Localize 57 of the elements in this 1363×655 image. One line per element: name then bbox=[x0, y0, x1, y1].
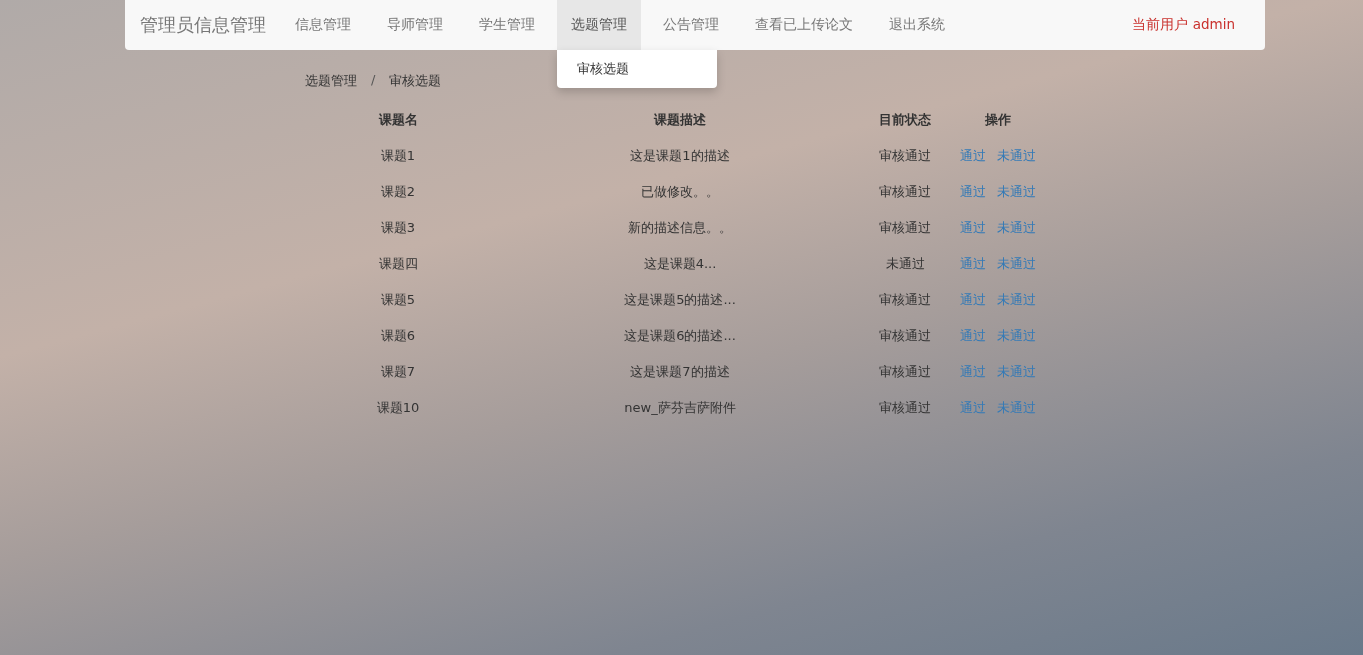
column-header: 目前状态 bbox=[878, 111, 932, 129]
table-cell-text: 这是课题4... bbox=[642, 255, 718, 273]
table-cell-text: 课题3 bbox=[379, 219, 417, 237]
table-cell-text: 审核通过 bbox=[878, 363, 932, 381]
table-cell-text: 审核通过 bbox=[878, 147, 932, 165]
nav-item[interactable]: 导师管理 bbox=[373, 0, 457, 50]
nav-item[interactable]: 公告管理 bbox=[649, 0, 733, 50]
table-cell-text: 课题2 bbox=[379, 183, 417, 201]
table-cell-text: 这是课题7的描述 bbox=[629, 363, 731, 381]
menu-item[interactable]: 审核选题 bbox=[557, 57, 717, 81]
table-cell-text: 审核通过 bbox=[878, 219, 932, 237]
breadcrumb-item[interactable]: 选题管理 bbox=[305, 72, 357, 90]
table-cell-text: 审核通过 bbox=[878, 399, 932, 417]
action-link[interactable]: 未通过 bbox=[997, 147, 1036, 165]
action-link[interactable]: 通过 bbox=[960, 327, 986, 345]
table-cell-text: 未通过 bbox=[884, 255, 926, 273]
action-link[interactable]: 通过 bbox=[960, 363, 986, 381]
action-link[interactable]: 通过 bbox=[960, 219, 986, 237]
table-cell-text: new_萨芬吉萨附件 bbox=[623, 399, 737, 417]
nav-item[interactable]: 学生管理 bbox=[465, 0, 549, 50]
action-link[interactable]: 通过 bbox=[960, 147, 986, 165]
action-link[interactable]: 通过 bbox=[960, 399, 986, 417]
action-link[interactable]: 未通过 bbox=[997, 399, 1036, 417]
breadcrumb-separator: / bbox=[371, 72, 376, 89]
action-link[interactable]: 未通过 bbox=[997, 255, 1036, 273]
action-link[interactable]: 未通过 bbox=[997, 219, 1036, 237]
action-link[interactable]: 通过 bbox=[960, 183, 986, 201]
column-header: 课题名 bbox=[377, 111, 419, 129]
column-header: 课题描述 bbox=[652, 111, 707, 129]
table-cell-text: 这是课题5的描述... bbox=[623, 291, 737, 309]
column-header: 操作 bbox=[984, 111, 1012, 129]
table-cell-text: 已做修改。。 bbox=[640, 183, 720, 201]
table-cell-text: 课题7 bbox=[379, 363, 417, 381]
action-link[interactable]: 通过 bbox=[960, 255, 986, 273]
table-cell-text: 审核通过 bbox=[878, 327, 932, 345]
nav-item[interactable]: 选题管理 bbox=[557, 0, 641, 50]
breadcrumb-item: 审核选题 bbox=[389, 72, 442, 90]
nav-item[interactable]: 查看已上传论文 bbox=[741, 0, 867, 50]
nav-item[interactable]: 退出系统 bbox=[875, 0, 959, 50]
table-cell-text: 新的描述信息。。 bbox=[627, 219, 733, 237]
table-cell-text: 课题四 bbox=[377, 255, 419, 273]
current-user: 当前用户 admin bbox=[1132, 16, 1235, 34]
table-cell-text: 课题1 bbox=[379, 147, 417, 165]
nav-item[interactable]: 信息管理 bbox=[281, 0, 365, 50]
action-link[interactable]: 未通过 bbox=[997, 183, 1036, 201]
action-link[interactable]: 未通过 bbox=[997, 327, 1036, 345]
table-cell-text: 这是课题1的描述 bbox=[629, 147, 731, 165]
table-cell-text: 审核通过 bbox=[878, 291, 932, 309]
action-link[interactable]: 通过 bbox=[960, 291, 986, 309]
action-link[interactable]: 未通过 bbox=[997, 363, 1036, 381]
table-cell-text: 课题6 bbox=[379, 327, 417, 345]
table-cell-text: 这是课题6的描述... bbox=[623, 327, 737, 345]
table-cell-text: 审核通过 bbox=[878, 183, 932, 201]
table-cell-text: 课题10 bbox=[375, 399, 421, 417]
table-cell-text: 课题5 bbox=[379, 291, 417, 309]
action-link[interactable]: 未通过 bbox=[997, 291, 1036, 309]
brand-title[interactable]: 管理员信息管理 bbox=[125, 13, 281, 37]
